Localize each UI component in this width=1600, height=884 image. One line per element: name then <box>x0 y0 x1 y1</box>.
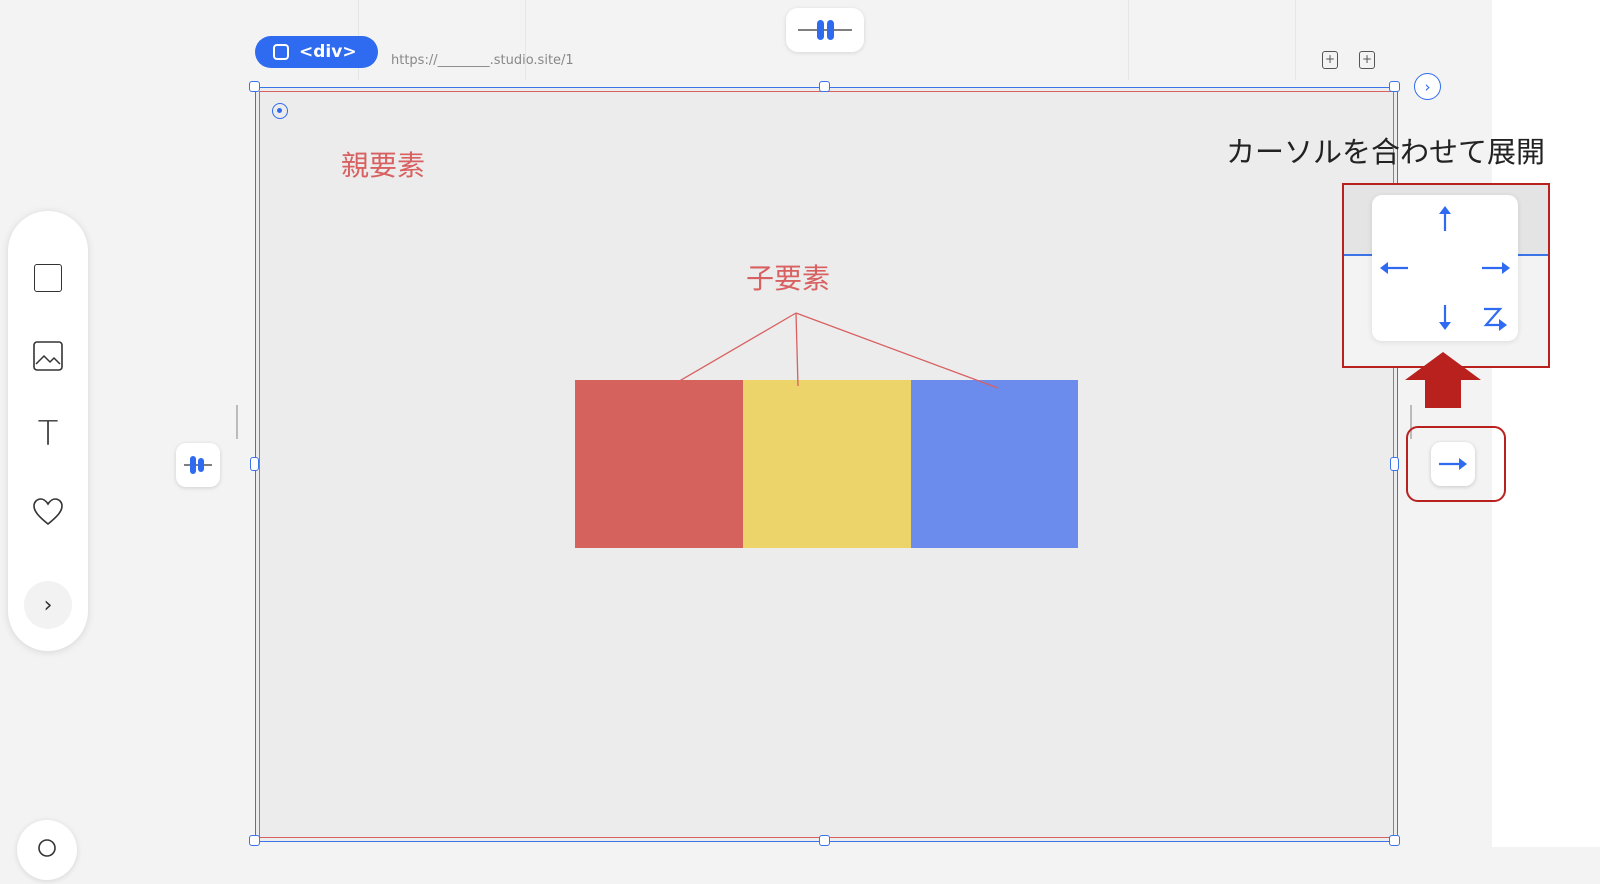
arrow-right-icon <box>1439 458 1467 470</box>
icon-tool[interactable] <box>28 492 68 532</box>
chevron-right-icon: › <box>43 592 53 618</box>
arrow-left-icon <box>1380 262 1408 274</box>
more-tools-button[interactable]: › <box>24 581 72 629</box>
direction-down-button[interactable] <box>1427 299 1463 335</box>
bottom-tool-button[interactable] <box>17 820 77 880</box>
annotation-lines <box>639 312 999 405</box>
direction-popover <box>1372 195 1518 341</box>
square-icon <box>34 264 62 292</box>
text-icon: T <box>37 414 59 454</box>
wrap-icon <box>1483 307 1507 331</box>
layout-direction-toggle[interactable] <box>1431 442 1475 486</box>
arrow-up-icon <box>1439 206 1451 231</box>
direction-wrap-button[interactable] <box>1476 299 1512 335</box>
callout-arrow-icon <box>1405 352 1481 408</box>
direction-left-button[interactable] <box>1376 250 1412 286</box>
heart-icon <box>33 498 63 526</box>
image-icon <box>33 341 63 371</box>
vertical-align-icon <box>184 456 212 474</box>
parent-layout-button[interactable] <box>176 443 220 487</box>
zoomed-direction-menu <box>1342 183 1550 368</box>
hover-caption: カーソルを合わせて展開 <box>1226 135 1546 169</box>
text-tool[interactable]: T <box>28 414 68 454</box>
chevron-right-icon: › <box>1424 77 1431 96</box>
shapes-icon <box>38 839 56 857</box>
box-tool[interactable] <box>28 258 68 298</box>
direction-right-button[interactable] <box>1478 250 1514 286</box>
arrow-right-icon <box>1482 262 1510 274</box>
direction-up-button[interactable] <box>1427 201 1463 237</box>
expand-panel-button[interactable]: › <box>1414 73 1441 100</box>
image-tool[interactable] <box>28 336 68 376</box>
add-element-toolbar: T › <box>8 211 88 651</box>
arrow-down-icon <box>1439 305 1451 330</box>
